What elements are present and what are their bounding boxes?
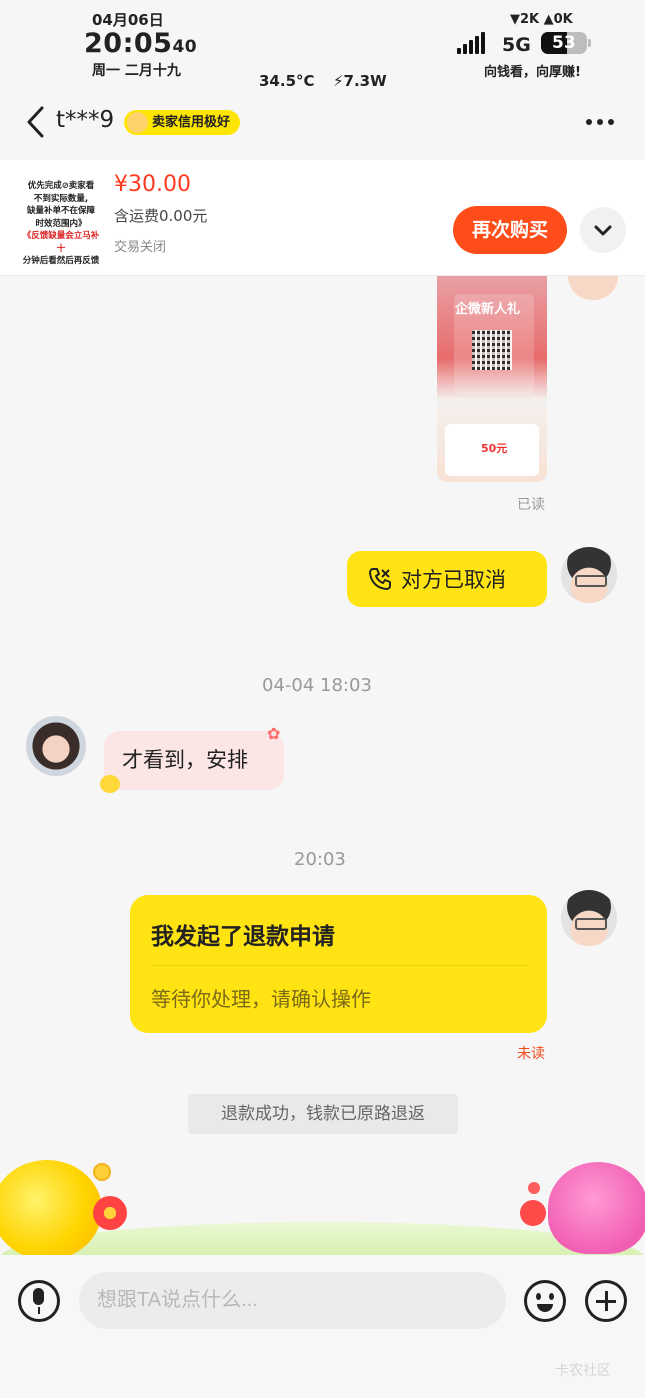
avatar-me[interactable]: [561, 890, 617, 946]
status-network: 5G: [502, 34, 531, 56]
status-promo: 向钱看，向厚赚!: [484, 65, 581, 80]
chick-deco-icon: [100, 775, 120, 793]
call-text: 对方已取消: [401, 568, 506, 592]
divider: [151, 965, 529, 966]
flower-deco-icon: ✿: [267, 724, 281, 743]
status-time: 20:0540: [84, 28, 197, 59]
octopus-mascot-icon: [548, 1162, 645, 1254]
status-net-speed: ▼2K ▲0K: [510, 12, 573, 27]
microphone-button[interactable]: [18, 1280, 60, 1322]
image-reward-panel: 50元: [445, 424, 539, 476]
qr-code-image: [472, 330, 512, 370]
chevron-left-icon: [27, 106, 44, 138]
battery-level: 53: [552, 33, 576, 53]
thumb-line: 分钟后看然后再反馈: [22, 256, 100, 266]
thumb-line: 不到实际数量,: [33, 193, 89, 204]
thumb-line: 时效范围内》: [35, 218, 87, 229]
incoming-message[interactable]: 才看到，安排: [104, 731, 284, 790]
timestamp: 04-04 18:03: [262, 675, 372, 696]
chevron-down-icon: [594, 225, 612, 236]
battery-icon: 53: [541, 32, 591, 54]
credit-badge[interactable]: 卖家信用极好: [124, 110, 241, 135]
refund-request-card[interactable]: 我发起了退款申请 等待你处理，请确认操作: [130, 895, 547, 1033]
avatar-peer[interactable]: [26, 716, 86, 776]
add-attachment-button[interactable]: [585, 1280, 627, 1322]
balloon-icon: [528, 1182, 540, 1194]
back-button[interactable]: [22, 104, 52, 140]
avatar-me-partial[interactable]: [568, 276, 618, 300]
system-message: 退款成功，钱款已原路退返: [188, 1094, 458, 1134]
product-thumbnail[interactable]: 优先完成⊘卖家看 不到实际数量, 缺量补单不在保障 时效范围内》 《反馈缺量会立…: [20, 168, 102, 268]
peer-name[interactable]: t***9: [56, 107, 114, 133]
message-input[interactable]: [79, 1272, 506, 1329]
avatar-me[interactable]: [561, 547, 617, 603]
thumb-line: 《反馈缺量会立马补十: [22, 231, 100, 254]
smile-face-icon: [127, 112, 148, 133]
flower-icon: [93, 1196, 127, 1230]
refund-title: 我发起了退款申请: [151, 924, 335, 950]
status-date: 04月06日: [92, 11, 164, 29]
thumb-line: 缺量补单不在保障: [26, 206, 95, 216]
status-power: ⚡7.3W: [333, 72, 387, 90]
heart-icon: [520, 1200, 546, 1226]
expand-button[interactable]: [580, 207, 626, 253]
order-status: 交易关闭: [114, 240, 167, 255]
watermark: 卡农社区: [555, 1363, 611, 1379]
image-title: 企微新人礼: [455, 302, 521, 317]
product-price: ¥30.00: [114, 172, 191, 197]
status-time-main: 20:05: [84, 28, 173, 59]
emoji-button[interactable]: [524, 1280, 566, 1322]
coin-icon: [93, 1163, 111, 1181]
product-card[interactable]: 优先完成⊘卖家看 不到实际数量, 缺量补单不在保障 时效范围内》 《反馈缺量会立…: [0, 160, 645, 276]
read-receipt: 已读: [517, 497, 545, 513]
thumb-line: 优先完成⊘卖家看: [27, 181, 95, 191]
timestamp: 20:03: [294, 849, 346, 870]
rebuy-button[interactable]: 再次购买: [453, 206, 567, 254]
credit-badge-label: 卖家信用极好: [152, 115, 231, 130]
more-options-button[interactable]: [586, 112, 624, 132]
status-lunar-date: 周一 二月十九: [92, 63, 181, 79]
unread-receipt: 未读: [517, 1046, 545, 1062]
refund-subtitle: 等待你处理，请确认操作: [151, 987, 371, 1011]
phone-cancel-icon: [369, 568, 391, 590]
product-shipping: 含运费0.00元: [114, 207, 208, 225]
input-bar: [0, 1255, 645, 1398]
status-time-seconds: 40: [172, 37, 198, 57]
image-message[interactable]: 企微新人礼 50元: [437, 276, 547, 482]
status-temperature: 34.5°C: [259, 72, 315, 90]
call-message[interactable]: 对方已取消: [347, 551, 547, 607]
signal-icon: [457, 32, 485, 54]
image-amount: 50元: [481, 442, 508, 455]
